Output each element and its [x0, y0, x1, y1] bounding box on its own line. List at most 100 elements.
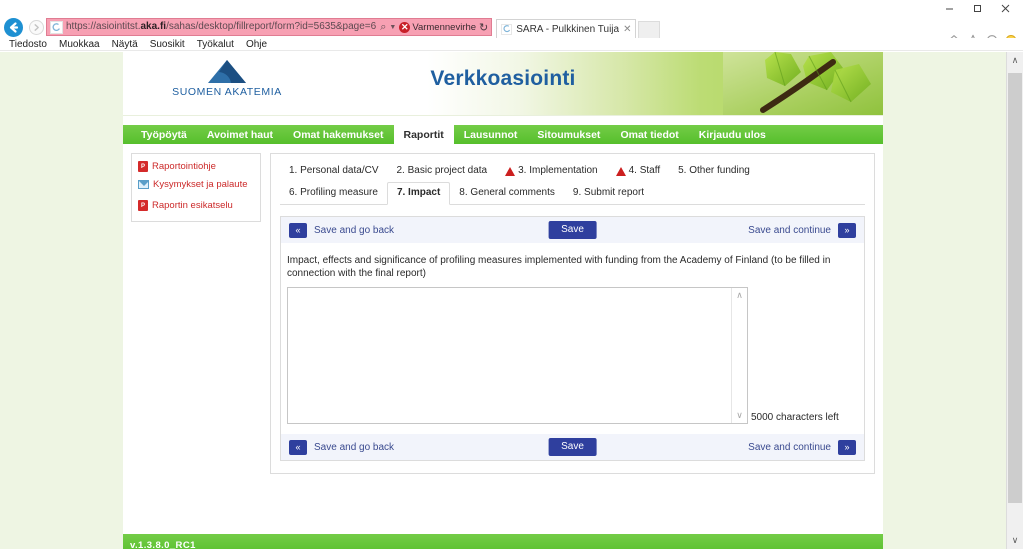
chevron-down-icon[interactable]: ▼: [389, 24, 396, 31]
scrollbar-track[interactable]: [1007, 69, 1023, 532]
nav-item-lausunnot[interactable]: Lausunnot: [454, 125, 528, 144]
nav-item-avoimet-haut[interactable]: Avoimet haut: [197, 125, 283, 144]
url-suffix: /sahas/desktop/fillreport/form?id=5635&p…: [166, 21, 377, 32]
tab-submit-report[interactable]: 9. Submit report: [564, 182, 653, 204]
step-label: 6. Profiling measure: [289, 186, 378, 198]
nav-item-omat-tiedot[interactable]: Omat tiedot: [610, 125, 688, 144]
mail-icon: [138, 180, 149, 189]
tab-strip: SARA - Pulkkinen Tuija ✕: [492, 16, 1023, 38]
report-step-tabs: 1. Personal data/CV 2. Basic project dat…: [280, 161, 865, 205]
impact-textarea[interactable]: ∧ ∨: [287, 287, 748, 424]
save-and-go-back-link[interactable]: Save and go back: [314, 442, 394, 453]
impact-textarea-value[interactable]: [288, 288, 731, 423]
tab-personal-data-cv[interactable]: 1. Personal data/CV: [280, 161, 388, 182]
close-icon[interactable]: [991, 0, 1019, 16]
sidebar-item-kysymykset-ja-palaute[interactable]: Kysymykset ja palaute: [138, 179, 254, 191]
toolbar-bottom: « Save and go back Save Save and continu…: [281, 434, 864, 460]
save-and-go-back-link[interactable]: Save and go back: [314, 225, 394, 236]
pdf-icon: P: [138, 161, 148, 172]
tab-impact[interactable]: 7. Impact: [386, 182, 451, 205]
nav-item-kirjaudu-ulos[interactable]: Kirjaudu ulos: [689, 125, 776, 144]
page-scrollbar[interactable]: ∧ ∨: [1006, 52, 1023, 549]
browser-window: https://asiointitst.aka.fi/sahas/desktop…: [0, 0, 1023, 549]
browser-navigation-row: https://asiointitst.aka.fi/sahas/desktop…: [0, 16, 1023, 47]
certificate-error-badge[interactable]: ✕ Varmennevirhe: [399, 21, 477, 33]
menu-item-favorites[interactable]: Suosikit: [150, 38, 185, 51]
banner-leaf-photo: [723, 52, 883, 115]
nav-item-omat-hakemukset[interactable]: Omat hakemukset: [283, 125, 393, 144]
page-canvas: SUOMEN AKATEMIA Verkkoasiointi Työpöytä …: [123, 52, 883, 549]
site-footer: v.1.3.8.0_RC1: [123, 534, 883, 549]
menu-item-help[interactable]: Ohje: [246, 38, 267, 51]
new-tab-button[interactable]: [638, 21, 661, 38]
tab-close-icon[interactable]: ✕: [623, 24, 631, 35]
chevron-up-icon[interactable]: ∧: [736, 291, 743, 300]
sidebar: P Raportointiohje Kysymykset ja palaute …: [131, 153, 261, 222]
maximize-icon[interactable]: [963, 0, 991, 16]
tab-profiling-measure[interactable]: 6. Profiling measure: [280, 182, 387, 204]
certificate-error-icon: ✕: [399, 21, 411, 33]
version-label: v.1.3.8.0_RC1: [130, 539, 196, 549]
toolbar-left-group: « Save and go back: [289, 222, 394, 238]
menu-item-tools[interactable]: Työkalut: [197, 38, 234, 51]
menu-item-view[interactable]: Näytä: [112, 38, 138, 51]
sidebar-item-label: Raportin esikatselu: [152, 200, 233, 211]
save-and-go-back-arrow-button[interactable]: «: [289, 222, 307, 238]
save-and-continue-link[interactable]: Save and continue: [748, 225, 831, 236]
url-prefix: https://asiointitst.: [66, 21, 141, 32]
toolbar-right-group: Save and continue »: [748, 222, 856, 238]
step-label: 9. Submit report: [572, 186, 645, 198]
menu-item-edit[interactable]: Muokkaa: [59, 38, 100, 51]
refresh-icon[interactable]: ↻: [479, 21, 488, 34]
impact-field-row: ∧ ∨ 5000 characters left: [287, 287, 858, 424]
search-icon[interactable]: ⌕: [380, 21, 386, 33]
title-bar: [0, 0, 1023, 16]
scroll-down-icon[interactable]: ∨: [1007, 532, 1023, 549]
tab-staff[interactable]: 4. Staff: [607, 161, 670, 182]
save-button[interactable]: Save: [548, 438, 597, 456]
sidebar-item-raportin-esikatselu[interactable]: P Raportin esikatselu: [138, 200, 254, 212]
sidebar-item-raportointiohje[interactable]: P Raportointiohje: [138, 161, 254, 173]
scrollbar-thumb[interactable]: [1008, 73, 1022, 503]
chevron-down-icon[interactable]: ∨: [736, 411, 743, 420]
page-viewport: SUOMEN AKATEMIA Verkkoasiointi Työpöytä …: [0, 52, 1023, 549]
nav-item-tyopoyta[interactable]: Työpöytä: [131, 125, 197, 144]
forward-button[interactable]: [26, 16, 46, 38]
save-and-continue-arrow-button[interactable]: »: [838, 439, 856, 455]
warning-triangle-icon: [615, 166, 626, 176]
characters-left-counter: 5000 characters left: [751, 412, 839, 423]
tab-basic-project-data[interactable]: 2. Basic project data: [388, 161, 497, 182]
address-bar[interactable]: https://asiointitst.aka.fi/sahas/desktop…: [46, 18, 493, 36]
back-button[interactable]: [0, 16, 26, 38]
step-label: 8. General comments: [459, 186, 555, 198]
browser-tab[interactable]: SARA - Pulkkinen Tuija ✕: [496, 19, 637, 38]
report-panel: 1. Personal data/CV 2. Basic project dat…: [270, 153, 875, 474]
menu-item-file[interactable]: Tiedosto: [9, 38, 47, 51]
textarea-scrollbar[interactable]: ∧ ∨: [731, 288, 747, 423]
scroll-up-icon[interactable]: ∧: [1007, 52, 1023, 69]
main-navigation: Työpöytä Avoimet haut Omat hakemukset Ra…: [123, 125, 883, 144]
step-label: 1. Personal data/CV: [289, 165, 379, 176]
certificate-error-label: Varmennevirhe: [412, 21, 477, 33]
minimize-icon[interactable]: [935, 0, 963, 16]
warning-triangle-icon: [505, 166, 516, 176]
save-button[interactable]: Save: [548, 221, 597, 239]
pdf-icon: P: [138, 200, 148, 211]
save-and-continue-arrow-button[interactable]: »: [838, 222, 856, 238]
save-and-go-back-arrow-button[interactable]: «: [289, 439, 307, 455]
nav-item-raportit[interactable]: Raportit: [393, 125, 454, 144]
save-and-continue-link[interactable]: Save and continue: [748, 442, 831, 453]
toolbar-left-group: « Save and go back: [289, 439, 394, 455]
url-domain: aka.fi: [140, 21, 167, 32]
content-area: P Raportointiohje Kysymykset ja palaute …: [123, 144, 883, 519]
sidebar-item-label: Raportointiohje: [152, 161, 216, 172]
step-label: 4. Staff: [628, 165, 661, 176]
tab-general-comments[interactable]: 8. General comments: [450, 182, 564, 204]
nav-item-sitoumukset[interactable]: Sitoumukset: [527, 125, 610, 144]
tab-other-funding[interactable]: 5. Other funding: [669, 161, 759, 182]
impact-field-label: Impact, effects and significance of prof…: [287, 255, 831, 279]
step-label: 3. Implementation: [518, 165, 598, 176]
tab-implementation[interactable]: 3. Implementation: [496, 161, 607, 182]
form-body: Impact, effects and significance of prof…: [281, 243, 864, 434]
impact-form: « Save and go back Save Save and continu…: [280, 216, 865, 461]
